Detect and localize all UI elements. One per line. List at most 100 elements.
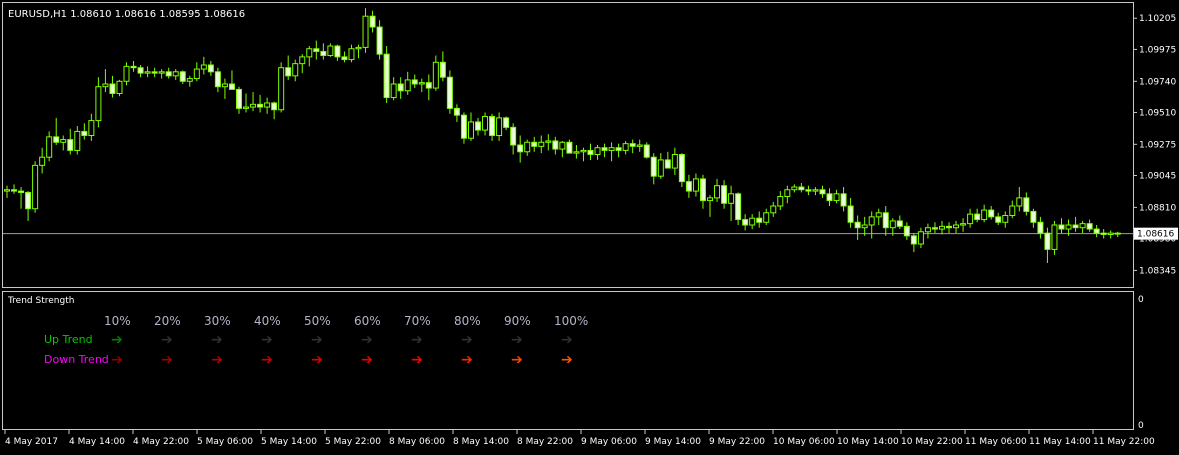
price-tick-label: 1.08810 (1139, 203, 1176, 213)
candle (1037, 216, 1044, 239)
candle-body (235, 88, 242, 109)
candle (439, 51, 446, 82)
candle-body (369, 15, 376, 28)
candle (1016, 187, 1023, 212)
candle (348, 44, 355, 63)
candle (840, 187, 847, 212)
candle (489, 113, 496, 141)
candle-body (573, 151, 580, 154)
candle (749, 214, 756, 230)
candle (756, 211, 763, 228)
candle (334, 44, 341, 61)
candle-body (207, 64, 214, 73)
candle-body (425, 82, 432, 89)
candle-body (432, 61, 439, 89)
candle-body (1002, 215, 1009, 223)
up-trend-label: Up Trend (44, 333, 93, 346)
price-tick-label: 1.10205 (1139, 14, 1176, 24)
candle (123, 62, 130, 86)
up-trend-arrow-icon: ➔ (111, 332, 123, 348)
candle-body (1086, 223, 1093, 230)
candle (1009, 200, 1016, 219)
candle-body (334, 45, 341, 58)
candle (552, 136, 559, 155)
candle-body (770, 205, 777, 214)
candle-body (306, 48, 313, 58)
candle (453, 104, 460, 122)
candle-body (397, 83, 404, 92)
candle (467, 112, 474, 141)
current-price-tag: 1.08616 (1134, 227, 1178, 240)
candle (931, 222, 938, 234)
percent-label: 50% (304, 314, 331, 328)
candle-body (53, 136, 60, 143)
candle-body (1030, 210, 1037, 223)
candle-body (362, 15, 369, 48)
candle (397, 77, 404, 99)
candle (826, 188, 833, 207)
candle (214, 67, 221, 93)
candle (896, 215, 903, 230)
candle (608, 142, 615, 162)
candle-body (348, 48, 355, 61)
candle-body (137, 67, 144, 74)
candle-body (805, 189, 812, 192)
candle (285, 55, 292, 80)
candle-body (1072, 224, 1079, 229)
candle (11, 184, 18, 194)
candle (707, 195, 713, 217)
candle-body (109, 83, 116, 94)
candle (200, 56, 207, 75)
candle-body (250, 103, 257, 108)
candle (995, 212, 1002, 225)
candle-body (1023, 197, 1030, 212)
time-tick-label: 11 May 06:00 (965, 437, 1027, 447)
candle-body (580, 149, 587, 153)
candle (151, 67, 158, 78)
candle (88, 113, 95, 141)
candle-body (1016, 197, 1023, 207)
candle-body (81, 130, 88, 137)
candle-body (953, 224, 960, 229)
candle-body (728, 193, 735, 204)
time-tick-label: 8 May 06:00 (389, 437, 445, 447)
time-tick-label: 11 May 22:00 (1093, 437, 1155, 447)
up-trend-arrow-icon: ➔ (561, 332, 573, 348)
candle-body (130, 65, 137, 69)
candle-body (995, 216, 1002, 223)
candle-body (692, 178, 699, 192)
time-tick-label: 9 May 14:00 (645, 437, 701, 447)
candle-body (116, 80, 123, 94)
candle (503, 116, 510, 131)
candle (193, 62, 200, 82)
candle (383, 46, 390, 103)
candle (910, 233, 917, 253)
candle (264, 97, 271, 114)
candle-body (88, 120, 95, 137)
candle-body (257, 103, 264, 108)
price-tick-label: 1.09975 (1139, 45, 1176, 55)
candle (53, 117, 60, 145)
candle-body (946, 225, 953, 229)
candle (411, 74, 418, 89)
candle (327, 43, 334, 57)
candle-body (200, 64, 207, 70)
candle-body (151, 71, 158, 74)
candle (74, 126, 81, 155)
candle (320, 43, 327, 60)
candle-body (608, 147, 615, 151)
candle (475, 117, 482, 136)
candle (1086, 219, 1093, 232)
candle (228, 70, 235, 90)
candle-body (460, 114, 467, 139)
candle (496, 112, 503, 141)
candle (81, 123, 88, 140)
candle (763, 208, 770, 225)
down-trend-arrow-icon: ➔ (261, 352, 273, 368)
candle (517, 135, 524, 163)
candle-body (988, 209, 995, 218)
candle-body (67, 139, 74, 151)
candle (144, 66, 151, 78)
candle-body (327, 45, 334, 57)
candle-body (39, 156, 46, 166)
